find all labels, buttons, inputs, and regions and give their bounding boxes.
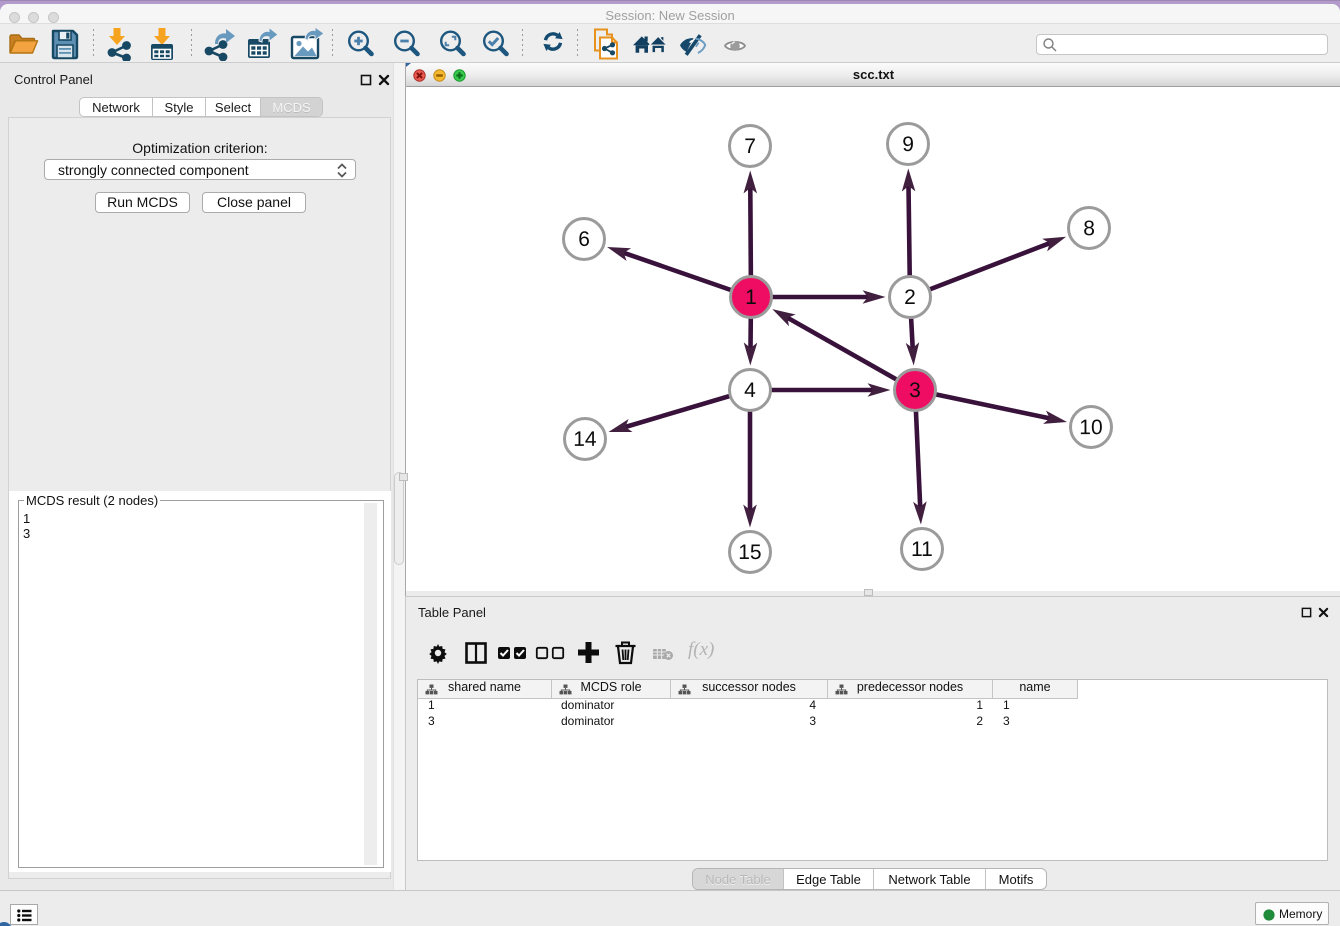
svg-text:14: 14 [573,428,597,451]
svg-text:4: 4 [744,379,756,402]
svg-text:6: 6 [578,228,590,251]
svg-text:7: 7 [744,135,756,158]
svg-text:10: 10 [1079,416,1102,439]
svg-text:8: 8 [1083,217,1095,240]
svg-text:1: 1 [745,286,757,309]
svg-text:2: 2 [904,286,916,309]
svg-text:15: 15 [738,541,761,564]
svg-text:9: 9 [902,133,914,156]
svg-text:3: 3 [909,379,921,402]
svg-text:11: 11 [911,538,933,561]
